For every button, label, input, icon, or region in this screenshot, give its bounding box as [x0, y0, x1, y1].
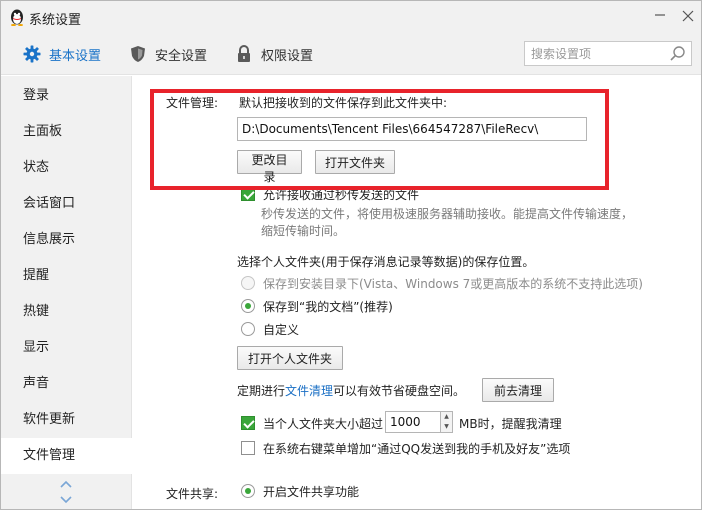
tab-basic-label: 基本设置: [49, 48, 102, 64]
custom-location-label: 自定义: [263, 323, 300, 337]
chevron-down-icon[interactable]: [59, 494, 73, 506]
save-to-mydocs-label: 保存到“我的文档”(推荐): [263, 300, 393, 314]
search-icon[interactable]: [669, 45, 687, 63]
sidebar-item-info-display[interactable]: 信息展示: [1, 222, 132, 258]
sidebar-item-sound[interactable]: 声音: [1, 366, 132, 402]
gear-icon: [23, 45, 41, 63]
close-icon: [682, 10, 694, 22]
custom-location-radio[interactable]: [241, 322, 255, 336]
tab-permission-settings[interactable]: 权限设置: [235, 33, 313, 75]
highlight-box: [150, 89, 609, 190]
save-to-install-dir-label: 保存到安装目录下(Vista、Windows 7或更高版本的系统不支持此选项): [263, 277, 643, 291]
sidebar-item-main-panel[interactable]: 主面板: [1, 114, 132, 150]
tab-security-settings[interactable]: 安全设置: [129, 33, 207, 75]
cleanup-prefix: 定期进行: [237, 384, 286, 398]
go-cleanup-button[interactable]: 前去清理: [482, 378, 554, 402]
fast-transfer-description: 秒传发送的文件，将使用极速服务器辅助接收。能提高文件传输速度，缩短传输时间。: [261, 207, 634, 238]
file-sharing-label: 文件共享:: [166, 487, 219, 501]
sidebar-item-software-update[interactable]: 软件更新: [1, 402, 132, 438]
title-bar[interactable]: 系统设置: [1, 1, 701, 33]
sidebar-item-chat-window[interactable]: 会话窗口: [1, 186, 132, 222]
chevron-up-icon[interactable]: [59, 478, 73, 490]
minimize-button[interactable]: [649, 6, 671, 28]
sidebar-item-display[interactable]: 显示: [1, 330, 132, 366]
settings-sidebar: 登录 主面板 状态 会话窗口 信息展示 提醒 热键 显示 声音 软件更新 文件管…: [1, 76, 133, 509]
sidebar-item-file-management[interactable]: 文件管理: [1, 438, 133, 474]
cleanup-suffix: 可以有效节省硬盘空间。: [333, 384, 466, 398]
sidebar-item-status[interactable]: 状态: [1, 150, 132, 186]
tab-security-label: 安全设置: [155, 48, 208, 64]
save-to-mydocs-radio[interactable]: [241, 299, 255, 313]
sidebar-item-hotkeys[interactable]: 热键: [1, 294, 132, 330]
file-cleanup-link[interactable]: 文件清理: [285, 384, 333, 398]
lock-icon: [235, 45, 253, 63]
shield-icon: [129, 45, 147, 63]
close-button[interactable]: [677, 6, 699, 28]
enable-file-sharing-radio[interactable]: [241, 484, 255, 498]
enable-file-sharing-label: 开启文件共享功能: [263, 485, 360, 499]
minimize-icon: [655, 14, 665, 16]
context-menu-label: 在系统右键菜单增加“通过QQ发送到我的手机及好友”选项: [263, 442, 571, 456]
folder-size-reminder-checkbox[interactable]: [241, 416, 255, 430]
tab-permission-label: 权限设置: [261, 48, 314, 64]
folder-size-input[interactable]: [385, 411, 441, 433]
context-menu-checkbox[interactable]: [241, 441, 255, 455]
settings-search[interactable]: [524, 41, 692, 66]
folder-size-suffix: MB时，提醒我清理: [459, 417, 562, 431]
tab-basic-settings[interactable]: 基本设置: [23, 33, 101, 75]
qq-penguin-icon: [11, 9, 23, 26]
personal-folder-description: 选择个人文件夹(用于保存消息记录等数据)的保存位置。: [237, 255, 535, 269]
folder-size-spinner[interactable]: ▲ ▼: [441, 411, 453, 433]
spinner-up-icon[interactable]: ▲: [441, 412, 452, 422]
settings-window: 系统设置 基本设置 安全设置 权限设置 搜索设置项 登录 主面板 状态 会话窗口…: [0, 0, 702, 510]
sidebar-item-login[interactable]: 登录: [1, 78, 132, 114]
folder-size-prefix: 当个人文件夹大小超过: [263, 417, 384, 431]
spinner-down-icon[interactable]: ▼: [441, 422, 452, 432]
search-input[interactable]: [531, 45, 667, 63]
sidebar-item-reminders[interactable]: 提醒: [1, 258, 132, 294]
open-personal-folder-button[interactable]: 打开个人文件夹: [237, 346, 343, 370]
cleanup-text: 定期进行文件清理可以有效节省硬盘空间。: [237, 382, 465, 399]
save-to-install-dir-radio[interactable]: [241, 276, 255, 290]
window-title: 系统设置: [29, 13, 82, 28]
